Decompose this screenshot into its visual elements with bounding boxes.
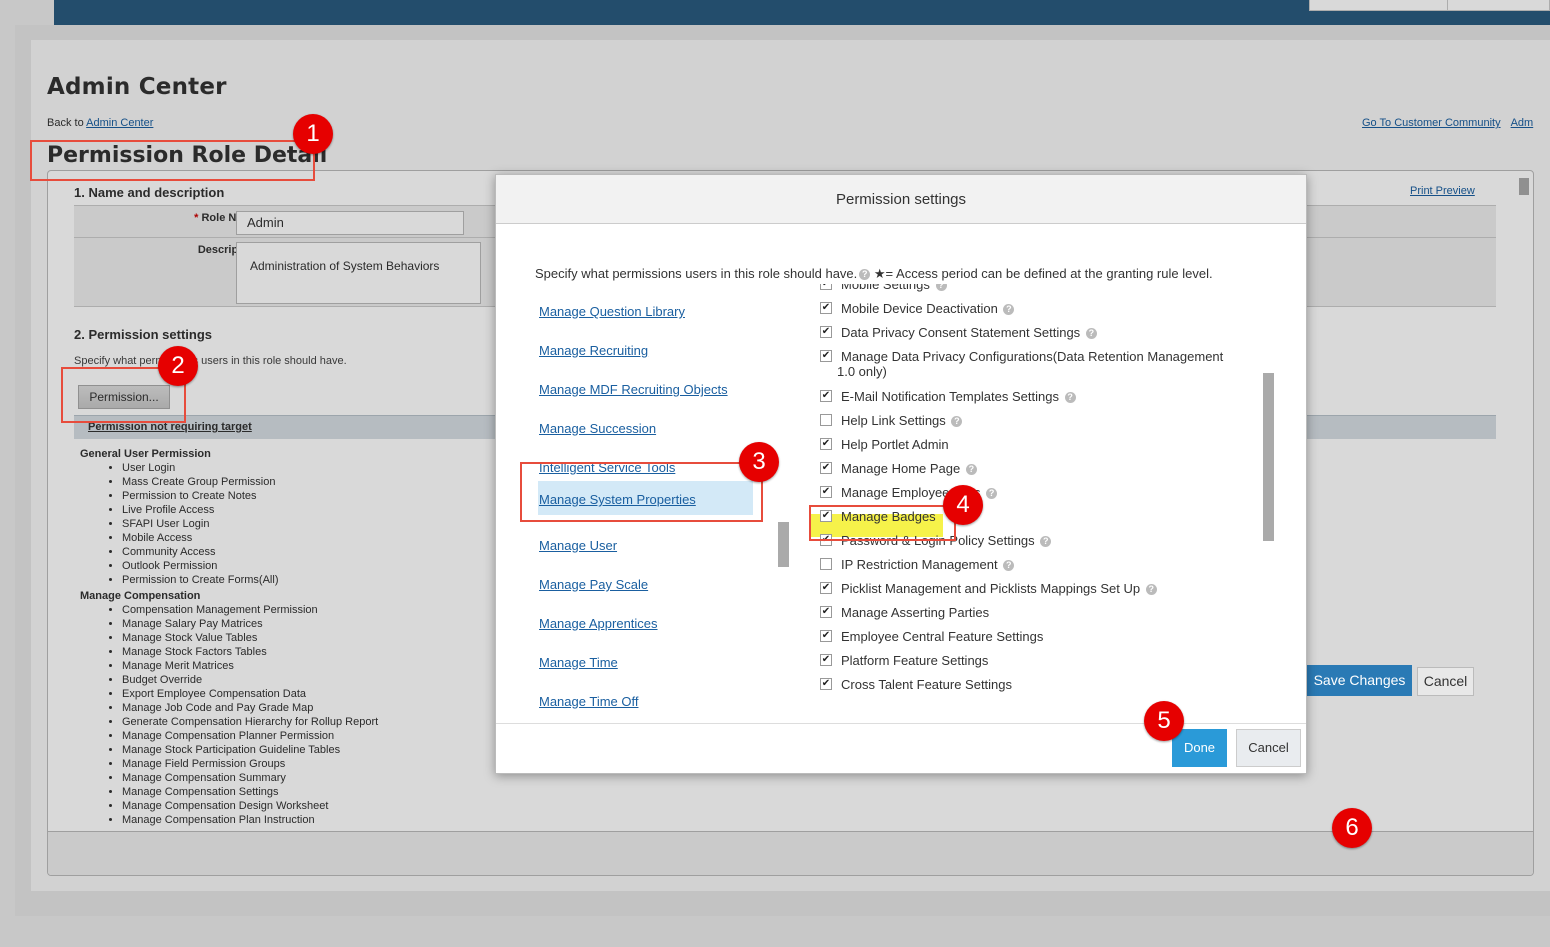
category-item[interactable]: Manage Time Off: [538, 685, 753, 719]
annotation-badge-2: 2: [158, 346, 198, 386]
annotation-badge-4: 4: [943, 485, 983, 525]
help-icon: ?: [1064, 392, 1076, 404]
category-item[interactable]: Manage Question Library: [538, 295, 753, 329]
help-icon: ?: [1003, 560, 1015, 572]
permission-options-list: ✔Mobile Settings ? ✔Mobile Device Deacti…: [820, 284, 1260, 704]
help-icon: ?: [1145, 584, 1157, 596]
help-icon: ?: [965, 464, 977, 476]
category-item[interactable]: Manage Time: [538, 646, 753, 680]
checkbox[interactable]: ✔: [820, 390, 832, 402]
checkbox[interactable]: ✔: [820, 654, 832, 666]
checkbox[interactable]: ✔: [820, 582, 832, 594]
checkbox[interactable]: [820, 414, 832, 426]
annotation-badge-5: 5: [1144, 701, 1184, 741]
help-icon: ?: [1085, 328, 1097, 340]
checkbox[interactable]: ✔: [820, 326, 832, 338]
help-icon: ?: [1040, 536, 1052, 548]
help-icon: ?: [951, 416, 963, 428]
category-item[interactable]: Manage Succession: [538, 412, 753, 446]
done-button[interactable]: Done: [1172, 729, 1227, 767]
checkbox[interactable]: ✔: [820, 486, 832, 498]
page-cancel-button[interactable]: Cancel: [1417, 667, 1474, 696]
help-icon[interactable]: ?: [859, 269, 871, 281]
checkbox[interactable]: ✔: [820, 606, 832, 618]
annotation-badge-3: 3: [739, 442, 779, 482]
dialog-title: Permission settings: [496, 175, 1306, 224]
annotation-box-1: [30, 140, 315, 181]
help-icon: ?: [986, 488, 998, 500]
help-icon: ?: [1003, 304, 1015, 316]
annotation-box-3: [520, 462, 763, 522]
dialog-intro-star-note: ★= Access period can be defined at the g…: [873, 266, 1213, 281]
category-item[interactable]: Manage Apprentices: [538, 607, 753, 641]
checkbox[interactable]: ✔: [820, 284, 832, 290]
category-item[interactable]: Manage MDF Recruiting Objects: [538, 373, 753, 407]
save-changes-button[interactable]: Save Changes: [1307, 665, 1412, 696]
help-icon: ?: [935, 284, 947, 292]
checkbox[interactable]: ✔: [820, 630, 832, 642]
category-item[interactable]: Manage User: [538, 529, 753, 563]
annotation-badge-1: 1: [293, 114, 333, 154]
category-scrollbar-thumb[interactable]: [778, 522, 789, 567]
category-item[interactable]: Manage Recruiting: [538, 334, 753, 368]
checkbox[interactable]: ✔: [820, 350, 832, 362]
category-item[interactable]: Manage Pay Scale: [538, 568, 753, 602]
checkbox[interactable]: ✔: [820, 462, 832, 474]
checkbox[interactable]: ✔: [820, 302, 832, 314]
checkbox[interactable]: ✔: [820, 438, 832, 450]
options-scrollbar-thumb[interactable]: [1263, 373, 1274, 541]
checkbox[interactable]: [820, 558, 832, 570]
annotation-badge-6: 6: [1332, 808, 1372, 848]
checkbox[interactable]: ✔: [820, 678, 832, 690]
annotation-box-4: [809, 505, 956, 541]
dialog-cancel-button[interactable]: Cancel: [1236, 729, 1301, 767]
dialog-intro: Specify what permissions users in this r…: [535, 266, 1213, 282]
dialog-intro-text: Specify what permissions users in this r…: [535, 266, 858, 281]
